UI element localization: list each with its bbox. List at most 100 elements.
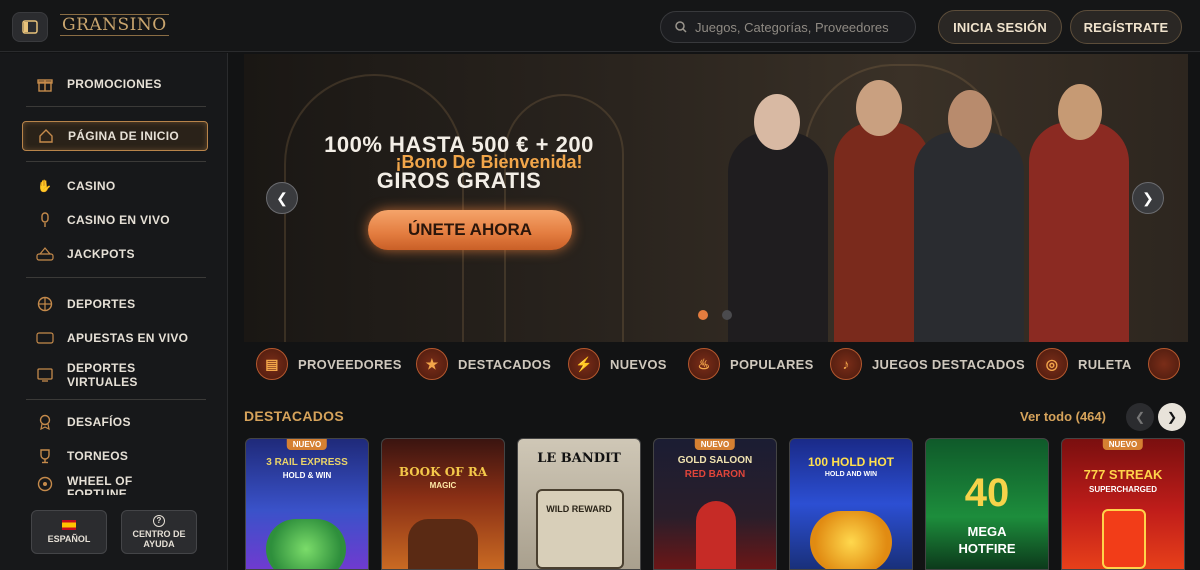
- category-label: RULETA: [1078, 356, 1132, 372]
- sidebar-item-label: JACKPOTS: [67, 247, 135, 261]
- game-subtitle: HOLD & WIN: [282, 471, 332, 480]
- game-title: 3 RAIL EXPRESS: [266, 457, 348, 468]
- hero-banner[interactable]: ¡Bono De Bienvenida! 100% HASTA 500 € + …: [244, 54, 1188, 342]
- category-next-partial[interactable]: [1148, 348, 1190, 380]
- category-featured[interactable]: ★ DESTACADOS: [416, 348, 551, 380]
- star-icon: ★: [416, 348, 448, 380]
- game-tile[interactable]: 40 MEGA HOTFIRE: [925, 438, 1049, 570]
- chevron-left-icon: ❮: [276, 189, 288, 206]
- game-title: BOOK OF RA: [398, 465, 488, 479]
- sidebar-item-wheel-of-fortune[interactable]: WHEEL OF FORTUNE: [22, 475, 208, 495]
- game-tile[interactable]: LE BANDIT WILD REWARD: [517, 438, 641, 570]
- help-center-button[interactable]: ? CENTRO DE AYUDA: [121, 510, 197, 554]
- help-label: CENTRO DE AYUDA: [132, 529, 186, 549]
- character-head: [1058, 84, 1102, 140]
- sidebar-item-home[interactable]: PÁGINA DE INICIO: [22, 121, 208, 151]
- background-arch: [284, 74, 464, 342]
- language-label: ESPAÑOL: [47, 534, 91, 544]
- sidebar-item-sports[interactable]: DEPORTES: [22, 289, 208, 319]
- category-new[interactable]: ⚡ NUEVOS: [568, 348, 667, 380]
- category-label: DESTACADOS: [458, 356, 552, 372]
- divider: [26, 106, 206, 107]
- game-title: 100 HOLD HOT: [807, 455, 894, 469]
- featured-prev-button[interactable]: ❮: [1126, 403, 1154, 431]
- sidebar-item-label: DEPORTES VIRTUALES: [67, 361, 138, 389]
- category-label: POPULARES: [730, 356, 814, 372]
- language-button[interactable]: ESPAÑOL: [31, 510, 107, 554]
- sidebar-item-label: PÁGINA DE INICIO: [68, 129, 180, 143]
- new-badge: NUEVO: [286, 439, 328, 450]
- game-title: LE BANDIT: [537, 451, 621, 466]
- sidebar: PROMOCIONES PÁGINA DE INICIO ✋ CASINO CA…: [0, 53, 228, 570]
- category-roulette[interactable]: ◎ RULETA: [1036, 348, 1132, 380]
- category-popular[interactable]: ♨ POPULARES: [688, 348, 814, 380]
- slide-dot-active[interactable]: [698, 310, 708, 320]
- register-button[interactable]: REGÍSTRATE: [1070, 10, 1182, 44]
- game-tile[interactable]: NUEVO GOLD SALOON RED BARON: [653, 438, 777, 570]
- divider: [26, 161, 206, 162]
- hero-next-button[interactable]: ❯: [1132, 182, 1164, 214]
- category-top-games[interactable]: ♪ JUEGOS DESTACADOS: [830, 348, 1025, 380]
- game-subtitle: MAGIC: [429, 481, 457, 490]
- sidebar-item-live-bets[interactable]: APUESTAS EN VIVO: [22, 323, 208, 353]
- game-tile[interactable]: BOOK OF RA MAGIC: [381, 438, 505, 570]
- casino-hand-icon: ✋: [37, 179, 53, 193]
- sidebar-item-challenges[interactable]: DESAFÍOS: [22, 407, 208, 437]
- sidebar-item-jackpots[interactable]: JACKPOTS: [22, 239, 208, 269]
- game-tile[interactable]: NUEVO 3 RAIL EXPRESS HOLD & WIN: [245, 438, 369, 570]
- view-all-link[interactable]: Ver todo (464): [1020, 409, 1106, 424]
- providers-icon: ▤: [256, 348, 288, 380]
- category-label: NUEVOS: [610, 356, 667, 372]
- game-title: 40: [964, 471, 1010, 515]
- sidebar-item-tournaments[interactable]: TORNEOS: [22, 441, 208, 471]
- sidebar-item-casino[interactable]: ✋ CASINO: [22, 171, 208, 201]
- game-tile[interactable]: NUEVO 777 STREAK SUPERCHARGED: [1061, 438, 1185, 570]
- new-badge: NUEVO: [1102, 439, 1144, 450]
- hero-title-line2: GIROS GRATIS: [376, 168, 542, 193]
- sidebar-item-live-casino[interactable]: CASINO EN VIVO: [22, 205, 208, 235]
- top-bar: GRANSINO INICIA SESIÓN REGÍSTRATE: [0, 0, 1200, 52]
- virtual-sports-icon: [36, 366, 54, 384]
- sidebar-item-label: CASINO EN VIVO: [67, 213, 170, 227]
- new-badge: NUEVO: [694, 439, 736, 450]
- game-title: 777 STREAK: [1083, 467, 1163, 482]
- lightning-icon: ⚡: [568, 348, 600, 380]
- game-art: [810, 511, 892, 569]
- microphone-icon: ♪: [830, 348, 862, 380]
- menu-toggle-button[interactable]: [12, 12, 48, 42]
- divider: [26, 277, 206, 278]
- game-art: [1102, 509, 1146, 569]
- sidebar-item-label: DESAFÍOS: [67, 415, 131, 429]
- sidebar-item-promotions[interactable]: PROMOCIONES: [22, 69, 208, 99]
- search-icon: [675, 21, 687, 33]
- hero-prev-button[interactable]: ❮: [266, 182, 298, 214]
- game-subtitle: SUPERCHARGED: [1088, 485, 1157, 494]
- category-label: PROVEEDORES: [298, 356, 402, 372]
- game-subtitle: RED BARON: [684, 469, 746, 480]
- search-bar[interactable]: [660, 11, 916, 43]
- game-subtitle: MEGA HOTFIRE: [958, 524, 1016, 556]
- game-subtitle: HOLD AND WIN: [824, 471, 878, 478]
- featured-section-title: DESTACADOS: [244, 408, 344, 424]
- category-providers[interactable]: ▤ PROVEEDORES: [256, 348, 402, 380]
- help-icon: ?: [153, 515, 165, 527]
- chevron-left-icon: ❮: [1134, 410, 1146, 424]
- gift-icon: [36, 75, 54, 93]
- login-button[interactable]: INICIA SESIÓN: [938, 10, 1062, 44]
- game-title: GOLD SALOON: [677, 455, 753, 466]
- join-now-button[interactable]: ÚNETE AHORA: [368, 210, 572, 250]
- hero-title-line1: 100% HASTA 500 € + 200: [324, 132, 594, 157]
- sidebar-item-virtual-sports[interactable]: DEPORTES VIRTUALES: [22, 357, 208, 393]
- featured-next-button[interactable]: ❯: [1158, 403, 1186, 431]
- slide-dot[interactable]: [722, 310, 732, 320]
- game-tile[interactable]: 100 HOLD HOT HOLD AND WIN: [789, 438, 913, 570]
- logo[interactable]: GRANSINO: [60, 14, 169, 36]
- microphone-icon: [36, 211, 54, 229]
- wheel-icon: [36, 475, 54, 493]
- medal-icon: [36, 413, 54, 431]
- character-figure: [1029, 122, 1129, 342]
- character-head: [948, 90, 992, 148]
- jackpot-win-icon: [36, 245, 54, 263]
- live-icon: [36, 329, 54, 347]
- search-input[interactable]: [695, 19, 905, 35]
